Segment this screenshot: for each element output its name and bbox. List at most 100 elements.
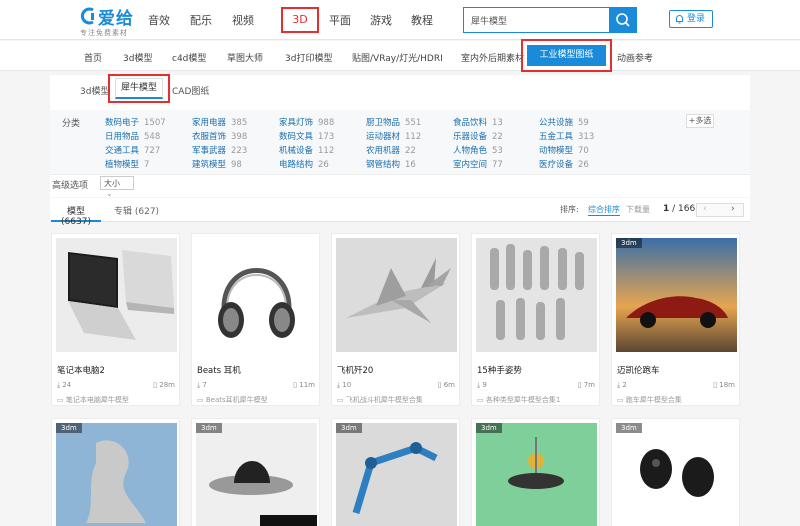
thumbnail-dragon (56, 423, 177, 526)
model-card[interactable]: 15种手姿势 ⤓ 9 ▯ 7m ▭ 各种类型犀牛模型合集1 (471, 233, 600, 406)
tab-models[interactable]: 模型 (6637) (51, 198, 101, 227)
card-category[interactable]: ▭ Beats耳机犀牛模型 (197, 395, 268, 405)
download-icon: ⤓ (57, 381, 61, 389)
category-item[interactable]: 衣服首饰 398 (192, 130, 247, 142)
subnav-3d-print[interactable]: 3d打印模型 (285, 51, 332, 64)
category-item[interactable]: 机械设备 112 (279, 144, 334, 156)
search-input[interactable]: 犀牛模型 (463, 7, 609, 33)
subnav-home[interactable]: 首页 (84, 51, 102, 64)
subnav-post[interactable]: 室内外后期素材 (461, 51, 524, 64)
card-meta: ⤓ 2 ▯ 18m (617, 381, 735, 390)
nav-sound[interactable]: 音效 (148, 12, 170, 28)
card-category[interactable]: ▭ 飞机战斗机犀牛模型合集 (337, 395, 423, 405)
category-item[interactable]: 五金工具 313 (539, 130, 594, 142)
search-button[interactable] (609, 7, 637, 33)
category-item[interactable]: 食品饮料 13 (453, 116, 503, 128)
model-card[interactable]: 3dm (191, 418, 320, 526)
nav-music[interactable]: 配乐 (190, 12, 212, 28)
tab-albums[interactable]: 专辑 (627) (114, 204, 159, 217)
category-item[interactable]: 植物模型 7 (105, 158, 149, 170)
category-item[interactable]: 家具灯饰 988 (279, 116, 334, 128)
category-count: 551 (405, 118, 422, 128)
category-item[interactable]: 数码电子 1507 (105, 116, 166, 128)
login-button[interactable]: 登录 (669, 10, 713, 28)
category-item[interactable]: 数码文具 173 (279, 130, 334, 142)
card-size: 6m (443, 381, 455, 389)
card-meta: ⤓ 24 ▯ 28m (57, 381, 175, 390)
pager-buttons: ‹ › (696, 203, 744, 217)
model-card[interactable]: 3dm (331, 418, 460, 526)
folder-icon: ▭ (337, 396, 344, 404)
file-icon: ▯ (153, 381, 158, 389)
tab-rhino[interactable]: 犀牛模型 (115, 78, 163, 99)
subnav-c4d[interactable]: c4d模型 (172, 51, 206, 64)
logo-subtitle: 专注免费素材 (80, 29, 128, 37)
card-meta: ⤓ 9 ▯ 7m (477, 381, 595, 390)
nav-game[interactable]: 游戏 (370, 12, 392, 28)
card-category-text: 笔记本电脑犀牛模型 (65, 396, 129, 404)
nav-3d[interactable]: 3D (281, 7, 319, 33)
card-category[interactable]: ▭ 笔记本电脑犀牛模型 (57, 395, 129, 405)
format-badge: 3dm (56, 423, 82, 433)
card-title[interactable]: 笔记本电脑2 (57, 364, 105, 376)
category-item[interactable]: 动物模型 70 (539, 144, 589, 156)
model-card[interactable]: 3dm (611, 418, 740, 526)
nav-tutorial[interactable]: 教程 (411, 12, 433, 28)
multi-select-button[interactable]: +多选 (686, 114, 714, 128)
category-item[interactable]: 厨卫物品 551 (366, 116, 421, 128)
card-title[interactable]: 飞机歼20 (337, 364, 373, 376)
subnav-sketchup[interactable]: 草图大师 (227, 51, 263, 64)
category-item[interactable]: 人物角色 53 (453, 144, 503, 156)
tab-cad[interactable]: CAD图纸 (172, 84, 209, 97)
category-item[interactable]: 军事武器 223 (192, 144, 247, 156)
category-item[interactable]: 日用物品 548 (105, 130, 160, 142)
size-select[interactable]: 大小 ⌄ (100, 176, 134, 198)
subnav-industrial[interactable]: 工业模型图纸 (527, 45, 606, 66)
chevron-right-icon[interactable]: › (731, 204, 735, 214)
subnav-animation[interactable]: 动画参考 (617, 51, 653, 64)
card-title[interactable]: Beats 耳机 (197, 364, 241, 376)
thumbnail-laptop (56, 238, 177, 352)
model-card[interactable]: 3dm (51, 418, 180, 526)
tab-3d-model[interactable]: 3d模型 (80, 84, 109, 97)
card-downloads: 24 (62, 381, 72, 389)
logo-icon[interactable] (80, 5, 96, 27)
card-category[interactable]: ▭ 跑车犀牛模型合集 (617, 395, 682, 405)
model-card[interactable]: 3dm (471, 418, 600, 526)
category-item[interactable]: 家用电器 385 (192, 116, 247, 128)
category-name: 公共设施 (539, 118, 574, 128)
nav-graphic[interactable]: 平面 (329, 12, 351, 28)
category-item[interactable]: 钢管结构 16 (366, 158, 416, 170)
model-card[interactable]: 笔记本电脑2 ⤓ 24 ▯ 28m ▭ 笔记本电脑犀牛模型 (51, 233, 180, 406)
category-item[interactable]: 医疗设备 26 (539, 158, 589, 170)
model-card[interactable]: 飞机歼20 ⤓ 10 ▯ 6m ▭ 飞机战斗机犀牛模型合集 (331, 233, 460, 406)
logo-text[interactable]: 爱给 (98, 4, 134, 29)
category-count: 223 (231, 146, 248, 156)
category-item[interactable]: 室内空间 77 (453, 158, 503, 170)
model-card[interactable]: 3dm 迈凯伦跑车 ⤓ 2 ▯ 18m ▭ 跑车犀牛模型合集 (611, 233, 740, 406)
category-item[interactable]: 乐器设备 22 (453, 130, 503, 142)
category-item[interactable]: 电路结构 26 (279, 158, 329, 170)
model-card[interactable]: Beats 耳机 ⤓ 7 ▯ 11m ▭ Beats耳机犀牛模型 (191, 233, 320, 406)
category-item[interactable]: 运动器材 112 (366, 130, 421, 142)
thumbnail-robot-arm (336, 423, 457, 526)
thumbnail-ornament (476, 423, 597, 526)
nav-video[interactable]: 视频 (232, 12, 254, 28)
category-name: 家具灯饰 (279, 118, 314, 128)
chevron-left-icon[interactable]: ‹ (703, 204, 707, 214)
category-count: 112 (405, 132, 422, 142)
category-item[interactable]: 交通工具 727 (105, 144, 160, 156)
card-title[interactable]: 迈凯伦跑车 (617, 364, 660, 376)
card-title[interactable]: 15种手姿势 (477, 364, 522, 376)
card-category[interactable]: ▭ 各种类型犀牛模型合集1 (477, 395, 560, 405)
subnav-3d-model[interactable]: 3d模型 (123, 51, 152, 64)
sort-downloads[interactable]: 下载量 (626, 204, 650, 215)
category-name: 机械设备 (279, 146, 314, 156)
category-item[interactable]: 公共设施 59 (539, 116, 589, 128)
sort-comprehensive[interactable]: 综合排序 (588, 204, 620, 216)
category-item[interactable]: 建筑模型 98 (192, 158, 242, 170)
thumbnail-hands (476, 238, 597, 352)
card-size: 28m (159, 381, 175, 389)
category-item[interactable]: 农用机器 22 (366, 144, 416, 156)
subnav-texture[interactable]: 贴图/VRay/灯光/HDRI (352, 51, 443, 64)
